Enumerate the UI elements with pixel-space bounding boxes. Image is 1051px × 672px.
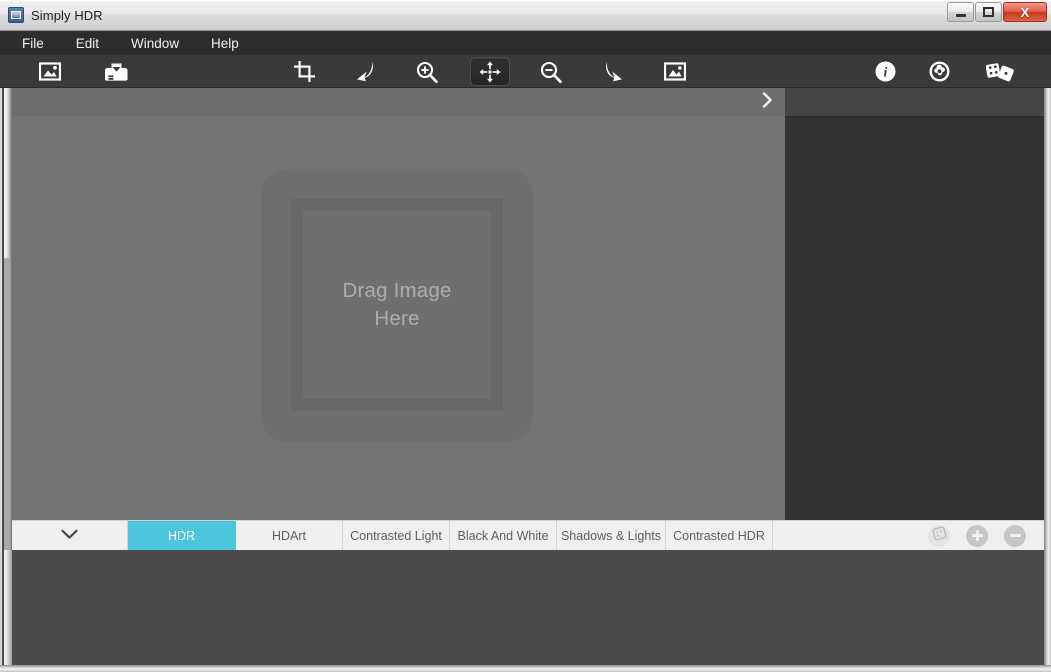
undo-icon <box>354 61 376 82</box>
maximize-icon <box>983 7 994 17</box>
tab-black-and-white[interactable]: Black And White <box>450 521 557 550</box>
svg-text:i: i <box>883 66 887 81</box>
menu-item-help[interactable]: Help <box>203 34 254 53</box>
canvas-top-band <box>12 88 785 116</box>
bottom-preset-panel: 当下软件园 www.downxie.com <box>12 550 1044 672</box>
tab-contrasted-light[interactable]: Contrasted Light <box>343 521 450 550</box>
minimize-icon <box>955 13 966 17</box>
redo-icon <box>603 61 625 82</box>
info-icon: i <box>875 61 896 82</box>
settings-icon <box>929 61 950 82</box>
image-drop-zone[interactable]: Drag Image Here <box>261 169 533 442</box>
move-tool-button[interactable] <box>470 57 510 86</box>
work-area: Drag Image Here HDR HDArt Contrasted Lig… <box>0 88 1051 672</box>
preset-actions <box>928 521 1044 550</box>
move-tool-icon <box>479 61 501 83</box>
menu-bar: File Edit Window Help <box>0 31 1051 55</box>
image-canvas[interactable]: Drag Image Here <box>12 88 785 520</box>
random-button[interactable] <box>983 55 1017 88</box>
fit-image-icon <box>664 62 686 81</box>
open-image-icon <box>39 62 61 81</box>
minimize-button[interactable] <box>947 2 974 22</box>
app-photo-icon <box>8 7 24 23</box>
tab-bar-spacer <box>773 521 928 550</box>
save-image-icon <box>104 62 128 82</box>
maximize-button[interactable] <box>975 2 1002 22</box>
toolbar: i <box>0 55 1051 88</box>
right-panel-header <box>785 88 1051 117</box>
save-image-button[interactable] <box>102 55 130 88</box>
chevron-down-icon <box>61 527 78 545</box>
application-window: Simply HDR X File Edit Window Help i Dra… <box>0 0 1051 672</box>
close-button[interactable]: X <box>1003 2 1047 22</box>
add-preset-button[interactable] <box>966 524 988 547</box>
window-right-border-top <box>1044 88 1051 520</box>
drop-zone-label: Drag Image Here <box>342 279 452 330</box>
tab-hdart[interactable]: HDArt <box>236 521 343 550</box>
settings-button[interactable] <box>925 55 953 88</box>
open-image-button[interactable] <box>36 55 64 88</box>
drop-zone-frame: Drag Image Here <box>291 199 503 411</box>
zoom-out-icon <box>540 61 562 83</box>
title-bar: Simply HDR X <box>0 0 1051 31</box>
dice-icon <box>986 62 1014 82</box>
chevron-right-icon <box>762 91 773 113</box>
zoom-in-button[interactable] <box>413 55 441 88</box>
info-button[interactable]: i <box>871 55 899 88</box>
right-preview-panel <box>785 88 1051 520</box>
window-title: Simply HDR <box>31 7 103 23</box>
remove-preset-button[interactable] <box>1004 524 1026 547</box>
redo-button[interactable] <box>600 55 628 88</box>
undo-button[interactable] <box>351 55 379 88</box>
minus-icon <box>1009 534 1021 537</box>
window-left-border-bottom <box>0 550 12 672</box>
preset-tab-bar: HDR HDArt Contrasted Light Black And Whi… <box>12 520 1044 550</box>
tab-contrasted-hdr[interactable]: Contrasted HDR <box>666 521 773 550</box>
crop-icon <box>293 61 315 82</box>
menu-item-file[interactable]: File <box>14 34 59 53</box>
tab-shadows-and-lights[interactable]: Shadows & Lights <box>557 521 666 550</box>
zoom-in-icon <box>416 61 438 83</box>
menu-item-window[interactable]: Window <box>123 34 194 53</box>
window-bottom-border <box>0 665 1051 672</box>
menu-item-edit[interactable]: Edit <box>68 34 114 53</box>
plus-icon-vertical <box>975 530 979 541</box>
left-scrollbar-thumb[interactable] <box>4 258 10 588</box>
crop-button[interactable] <box>290 55 318 88</box>
fit-image-button[interactable] <box>661 55 689 88</box>
zoom-out-button[interactable] <box>537 55 565 88</box>
random-preset-button[interactable] <box>928 524 950 547</box>
drop-zone-inner: Drag Image Here <box>303 211 491 399</box>
tab-hdr[interactable]: HDR <box>128 521 236 550</box>
window-right-border-bottom <box>1044 520 1051 672</box>
collapse-presets-button[interactable] <box>12 521 128 550</box>
dice-icon <box>932 526 947 546</box>
expand-panel-button[interactable] <box>757 91 777 113</box>
close-icon: X <box>1020 4 1030 20</box>
window-controls: X <box>947 2 1047 22</box>
